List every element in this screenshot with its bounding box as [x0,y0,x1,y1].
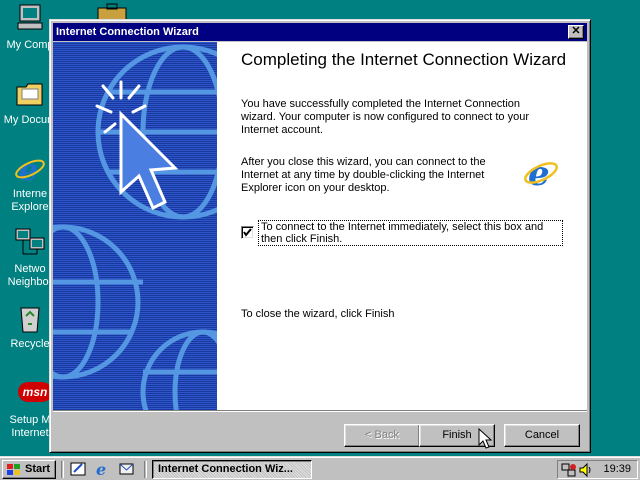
close-instructions: To close the wizard, click Finish [241,308,395,320]
window-title: Internet Connection Wizard [56,26,199,38]
completion-message: You have successfully completed the Inte… [241,98,529,136]
start-label: Start [25,463,51,475]
msn-badge-text: msn [22,385,48,399]
msn-icon: msn [18,382,52,402]
windows-logo-icon [7,464,20,475]
title-bar[interactable]: Internet Connection Wizard ✕ [53,23,587,41]
computer-icon [17,4,43,30]
folder-icon [16,83,43,106]
svg-text:e: e [19,153,38,184]
internet-explorer-icon: e [15,153,45,184]
volume-icon[interactable] [578,462,594,478]
mouse-pointer-icon [478,428,492,449]
system-tray: 19:39 [557,460,638,479]
taskbar-item-label: Internet Connection Wiz... [158,463,293,475]
network-tray-icon[interactable] [561,462,577,478]
quick-launch-internet-explorer-icon[interactable]: e [94,461,112,477]
back-button[interactable]: < Back [344,424,420,447]
internet-connection-wizard-window: Internet Connection Wizard ✕ Completing … [49,19,591,453]
svg-text:e: e [96,461,106,477]
recycle-bin-icon [20,307,40,333]
cancel-button[interactable]: Cancel [504,424,580,447]
close-icon: ✕ [571,25,581,37]
clock[interactable]: 19:39 [603,463,631,475]
checkmark-icon [243,228,252,237]
network-icon [15,228,45,255]
taskbar-separator [61,461,64,478]
quick-launch-edit-icon[interactable] [70,461,88,477]
desktop: My Comp My Docum e Interne Explore Netwo… [0,0,640,456]
connect-instructions: After you close this wizard, you can con… [241,156,486,194]
page-title: Completing the Internet Connection Wizar… [241,50,567,69]
connect-immediately-label[interactable]: To connect to the Internet immediately, … [258,220,563,246]
taskbar-item-internet-connection-wizard[interactable]: Internet Connection Wiz... [152,460,312,479]
wizard-content: Completing the Internet Connection Wizar… [53,42,587,410]
connect-immediately-checkbox[interactable] [241,226,254,239]
quick-launch-outlook-icon[interactable] [118,461,136,477]
wizard-side-artwork [53,42,217,410]
close-button[interactable]: ✕ [568,25,584,39]
internet-explorer-icon: e [524,154,558,190]
globe-cursor-artwork-icon [53,42,217,410]
taskbar: Start e Internet Connection Wiz... 19:39 [0,456,640,480]
footer-divider [53,410,587,412]
connect-immediately-option[interactable]: To connect to the Internet immediately, … [241,220,563,246]
taskbar-separator [144,461,147,478]
start-button[interactable]: Start [2,460,56,479]
